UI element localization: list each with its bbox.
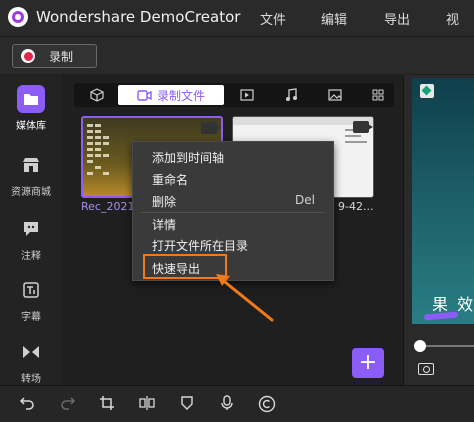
play-icon (240, 89, 254, 101)
transition-icon (17, 338, 45, 366)
left-sidebar: 媒体库 资源商城 注释 字幕 转场 (0, 75, 62, 385)
mask-icon[interactable] (177, 395, 197, 415)
mic-icon[interactable] (217, 395, 237, 415)
cube-icon (90, 88, 104, 102)
context-rename[interactable]: 重命名 (152, 171, 188, 188)
menu-divider (141, 212, 325, 213)
edit-toolbar (0, 385, 474, 422)
tab-recordings[interactable]: 录制文件 (118, 85, 224, 105)
playback-slider[interactable] (426, 345, 474, 347)
app-badge-icon (420, 84, 434, 98)
sidebar-item-resource-store[interactable]: 资源商城 (0, 151, 62, 198)
sidebar-item-label: 媒体库 (16, 121, 46, 132)
tab-audio[interactable] (276, 85, 306, 105)
menu-file[interactable]: 文件 (260, 9, 286, 28)
media-tabs: 录制文件 (74, 83, 394, 107)
tab-image[interactable] (320, 85, 350, 105)
sidebar-item-media-library[interactable]: 媒体库 (0, 85, 62, 132)
app-title: Wondershare DemoCreator (36, 8, 241, 26)
context-details[interactable]: 详情 (152, 216, 176, 233)
image-icon (328, 89, 342, 101)
undo-icon[interactable] (17, 395, 37, 415)
media-thumbnail-1-name: Rec_2021 (81, 200, 135, 213)
menu-export[interactable]: 导出 (384, 9, 410, 28)
store-icon (17, 151, 45, 179)
video-icon (137, 89, 152, 101)
folder-icon (17, 85, 45, 113)
sidebar-item-caption[interactable]: 字幕 (0, 276, 62, 323)
video-camera-icon (201, 122, 221, 134)
preview-caption-bar (423, 311, 459, 321)
tab-recordings-label: 录制文件 (156, 88, 205, 103)
app-logo-icon (8, 7, 28, 27)
caption-icon (17, 276, 45, 304)
sidebar-item-transition[interactable]: 转场 (0, 338, 62, 385)
video-camera-icon (353, 121, 373, 133)
sidebar-item-label: 字幕 (21, 312, 41, 323)
preview-panel: 果 效 (403, 75, 474, 385)
tab-more[interactable] (364, 85, 392, 105)
tab-video[interactable] (232, 85, 262, 105)
annotation-icon (17, 215, 45, 243)
copyright-icon[interactable] (257, 395, 277, 415)
title-bar: Wondershare DemoCreator 文件 编辑 导出 视 (0, 0, 474, 36)
sidebar-item-label: 转场 (21, 374, 41, 385)
delete-shortcut: Del (295, 193, 315, 207)
preview-screen: 果 效 (412, 78, 474, 324)
record-dot-icon (21, 49, 35, 63)
grid-icon (372, 89, 384, 101)
split-icon[interactable] (137, 395, 157, 415)
sidebar-item-annotation[interactable]: 注释 (0, 215, 62, 262)
record-button[interactable]: 录制 (12, 44, 97, 68)
record-bar: 录制 (0, 36, 474, 74)
media-thumbnail-2-name: 9-42... (338, 200, 374, 213)
record-label: 录制 (49, 49, 74, 64)
crop-icon[interactable] (97, 395, 117, 415)
sidebar-item-label: 资源商城 (11, 187, 51, 198)
menu-view[interactable]: 视 (446, 9, 459, 28)
context-delete[interactable]: 删除 (152, 193, 176, 210)
playhead-knob[interactable] (414, 340, 426, 352)
music-icon (286, 88, 297, 101)
app-window: Wondershare DemoCreator 文件 编辑 导出 视 录制 媒体… (0, 0, 474, 422)
context-add-to-timeline[interactable]: 添加到时间轴 (152, 149, 224, 166)
context-open-folder[interactable]: 打开文件所在目录 (152, 237, 248, 254)
snapshot-camera-icon[interactable] (418, 363, 434, 375)
add-media-button[interactable]: + (352, 348, 384, 378)
annotation-arrow-icon (216, 274, 274, 322)
sidebar-item-label: 注释 (21, 251, 41, 262)
tab-3d[interactable] (82, 85, 112, 105)
menu-edit[interactable]: 编辑 (321, 9, 347, 28)
redo-icon[interactable] (58, 395, 78, 415)
